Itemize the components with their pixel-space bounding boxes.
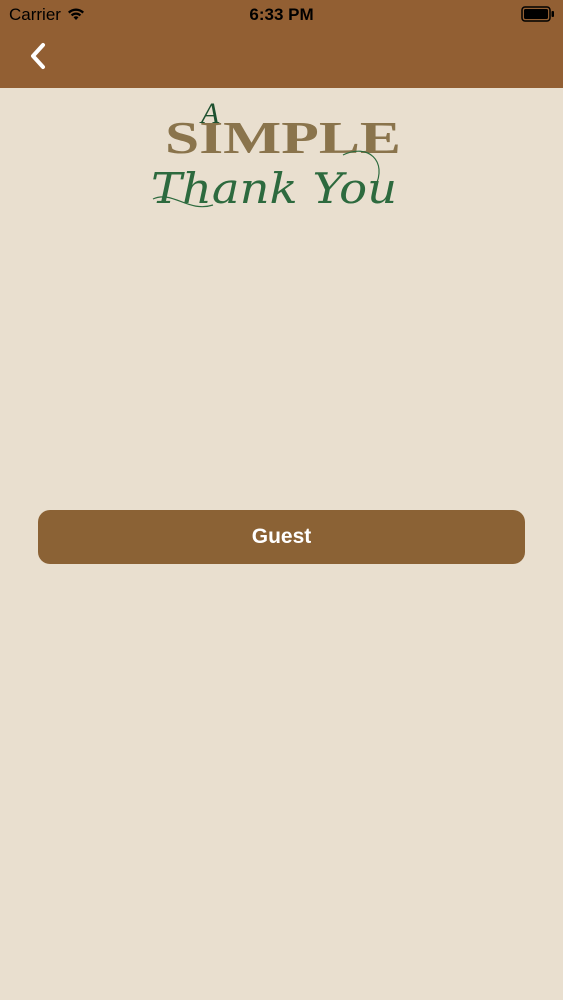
battery-icon (521, 6, 555, 22)
header-bar: Carrier 6:33 PM (0, 0, 563, 88)
back-button[interactable] (20, 40, 56, 76)
app-logo: A SIMPLE Thank You (143, 95, 408, 240)
logo-line-simple: SIMPLE (165, 112, 401, 163)
guest-button[interactable]: Guest (38, 510, 525, 564)
logo-line-thanks: Thank You (151, 164, 397, 213)
status-bar: Carrier 6:33 PM (0, 0, 563, 30)
navigation-bar (0, 30, 563, 88)
chevron-left-icon (28, 42, 48, 75)
status-time: 6:33 PM (249, 5, 314, 24)
